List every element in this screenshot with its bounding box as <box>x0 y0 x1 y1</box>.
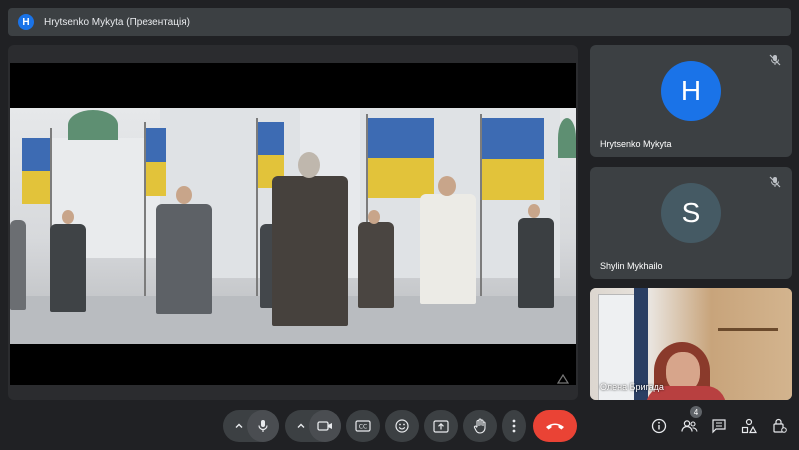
participant-avatar: H <box>661 61 721 121</box>
self-view-tile[interactable]: Олена Бригада <box>590 288 792 400</box>
participant-avatar: S <box>661 183 721 243</box>
presentation-title: Hrytsenko Mykyta (Презентація) <box>44 16 190 28</box>
presenter-avatar: H <box>18 14 34 30</box>
video-logo-icon <box>556 373 570 385</box>
activities-icon[interactable] <box>737 414 761 438</box>
end-call-icon <box>545 421 565 431</box>
present-icon[interactable] <box>424 410 458 442</box>
raise-hand-icon[interactable] <box>463 410 497 442</box>
shared-video <box>10 63 576 385</box>
emoji-icon[interactable] <box>385 410 419 442</box>
captions-icon[interactable]: CC <box>346 410 380 442</box>
more-vert-icon[interactable] <box>502 410 526 442</box>
presentation-stage[interactable] <box>8 45 578 400</box>
mic-icon[interactable] <box>247 410 279 442</box>
camera-icon[interactable] <box>309 410 341 442</box>
mic-off-icon <box>768 175 782 189</box>
chat-icon[interactable] <box>707 414 731 438</box>
presentation-header: H Hrytsenko Mykyta (Презентація) <box>8 8 791 36</box>
call-controls-bar: CC <box>0 410 799 444</box>
host-controls-icon[interactable] <box>767 414 791 438</box>
mic-off-icon <box>768 53 782 67</box>
info-icon[interactable] <box>647 414 671 438</box>
participant-name: Hrytsenko Mykyta <box>600 139 672 149</box>
end-call-button[interactable] <box>533 410 577 442</box>
video-frame-image <box>10 108 576 344</box>
participant-tile[interactable]: S Shylin Mykhailo <box>590 167 792 279</box>
participant-name: Shylin Mykhailo <box>600 261 663 271</box>
participant-tile[interactable]: H Hrytsenko Mykyta <box>590 45 792 157</box>
self-view-name: Олена Бригада <box>600 382 664 392</box>
svg-text:CC: CC <box>359 424 367 431</box>
participants-count-badge: 4 <box>690 406 702 418</box>
